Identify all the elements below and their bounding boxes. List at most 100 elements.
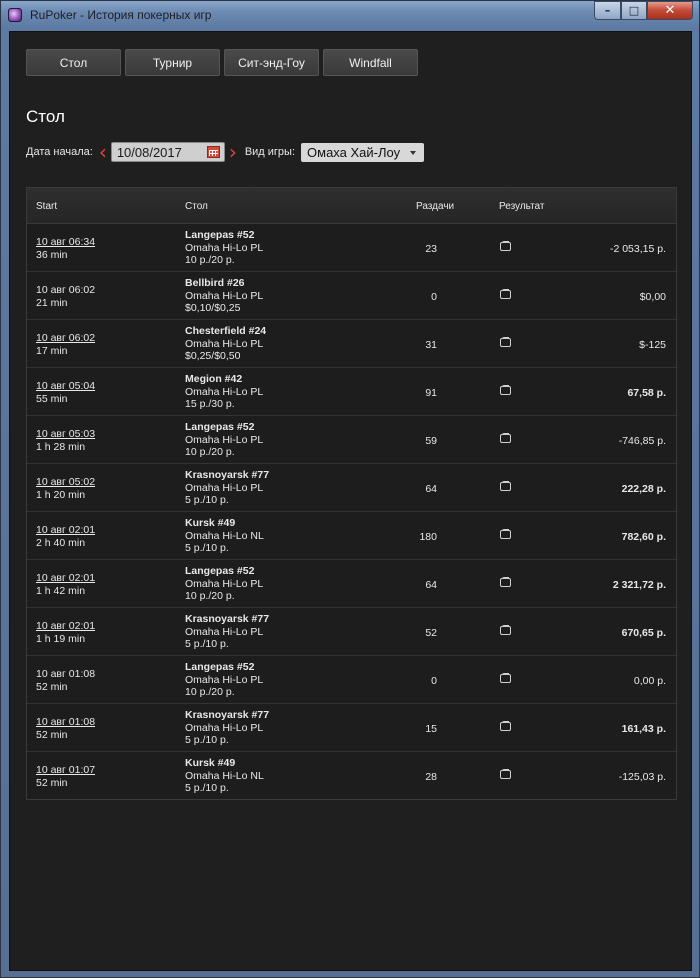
table-row[interactable]: 10 авг 01:08 52 min Langepas #52 Omaha H… [27,656,676,704]
start-time[interactable]: 10 авг 02:01 [36,572,95,585]
table-cell: Langepas #52 Omaha Hi-Lo PL 10 р./20 р. [185,229,263,267]
tab-windfall[interactable]: Windfall [323,49,418,76]
hand-history-icon[interactable] [500,337,511,347]
hand-history-icon[interactable] [500,673,511,683]
close-button[interactable]: ✕ [647,1,693,20]
stakes: 5 р./10 р. [185,542,229,554]
hand-history-icon[interactable] [500,481,511,491]
hand-history-icon[interactable] [500,241,511,251]
start-time[interactable]: 10 авг 02:01 [36,620,95,633]
result-amount: $0,00 [639,291,666,303]
table-row[interactable]: 10 авг 05:03 1 h 28 min Langepas #52 Oma… [27,416,676,464]
duration: 2 h 40 min [36,537,86,549]
table-row[interactable]: 10 авг 06:02 17 min Chesterfield #24 Oma… [27,320,676,368]
result-amount: 161,43 р. [621,723,666,735]
table-row[interactable]: 10 авг 02:01 1 h 19 min Krasnoyarsk #77 … [27,608,676,656]
table-row[interactable]: 10 авг 02:01 2 h 40 min Kursk #49 Omaha … [27,512,676,560]
stakes: $0,10/$0,25 [185,302,241,314]
table-row[interactable]: 10 авг 05:04 55 min Megion #42 Omaha Hi-… [27,368,676,416]
stakes: $0,25/$0,50 [185,350,241,362]
header-result[interactable]: Результат [499,201,544,212]
stakes: 5 р./10 р. [185,494,229,506]
table-name: Krasnoyarsk #77 [185,469,270,481]
hands-count: 0 [431,291,437,303]
start-time[interactable]: 10 авг 06:02 [36,332,95,345]
table-cell: Krasnoyarsk #77 Omaha Hi-Lo PL 5 р./10 р… [185,613,269,651]
tab-sit-and-go[interactable]: Сит-энд-Гоу [224,49,319,76]
start-date-value: 10/08/2017 [116,144,182,160]
stakes: 15 р./30 р. [185,398,235,410]
stakes: 10 р./20 р. [185,446,235,458]
table-name: Langepas #52 [185,661,255,673]
table-cell: Kursk #49 Omaha Hi-Lo NL 5 р./10 р. [185,757,264,795]
game-type: Omaha Hi-Lo PL [185,721,264,734]
start-date-field[interactable]: 10/08/2017 [110,142,225,162]
hand-history-icon[interactable] [500,625,511,635]
game-type: Omaha Hi-Lo PL [185,337,264,350]
table-name: Langepas #52 [185,229,255,241]
hand-history-icon[interactable] [500,289,511,299]
start-time[interactable]: 10 авг 02:01 [36,524,95,537]
duration: 36 min [36,249,68,261]
start-cell: 10 авг 02:01 1 h 42 min [36,572,95,598]
tab-tournament[interactable]: Турнир [125,49,220,76]
tab-table[interactable]: Стол [26,49,121,76]
table-cell: Langepas #52 Omaha Hi-Lo PL 10 р./20 р. [185,421,263,459]
minimize-button[interactable]: – [594,1,621,20]
table-row[interactable]: 10 авг 01:07 52 min Kursk #49 Omaha Hi-L… [27,752,676,800]
start-time[interactable]: 10 авг 01:08 [36,668,95,681]
header-hands[interactable]: Раздачи [416,201,454,212]
table-row[interactable]: 10 авг 06:02 21 min Bellbird #26 Omaha H… [27,272,676,320]
stakes: 5 р./10 р. [185,638,229,650]
result-amount: -125,03 р. [618,771,666,783]
hand-history-icon[interactable] [500,577,511,587]
hands-count: 23 [425,243,437,255]
hand-history-icon[interactable] [500,769,511,779]
duration: 55 min [36,393,68,405]
calendar-icon[interactable] [206,146,220,158]
game-type: Omaha Hi-Lo NL [185,529,264,542]
table-cell: Langepas #52 Omaha Hi-Lo PL 10 р./20 р. [185,565,263,603]
start-cell: 10 авг 01:08 52 min [36,668,95,694]
start-time[interactable]: 10 авг 05:04 [36,380,95,393]
hand-history-icon[interactable] [500,529,511,539]
duration: 52 min [36,681,68,693]
header-start[interactable]: Start [36,201,57,212]
hand-history-icon[interactable] [500,385,511,395]
start-cell: 10 авг 06:02 17 min [36,332,95,358]
start-time[interactable]: 10 авг 05:02 [36,476,95,489]
history-table: Start Стол Раздачи Результат 10 авг 06:3… [26,187,677,800]
prev-date-arrow-icon[interactable]: ‹ [99,142,107,162]
hands-count: 64 [425,483,437,495]
duration: 1 h 42 min [36,585,86,597]
table-row[interactable]: 10 авг 01:08 52 min Krasnoyarsk #77 Omah… [27,704,676,752]
next-date-arrow-icon[interactable]: › [229,142,237,162]
hands-count: 64 [425,579,437,591]
hand-history-icon[interactable] [500,433,511,443]
start-cell: 10 авг 05:02 1 h 20 min [36,476,95,502]
start-time[interactable]: 10 авг 06:02 [36,284,95,297]
game-type-select[interactable]: Омаха Хай-Лоу [301,142,425,162]
title-bar[interactable]: RuPoker - История покерных игр – □ ✕ [1,1,699,29]
start-time[interactable]: 10 авг 05:03 [36,428,95,441]
start-date-label: Дата начала: [26,146,93,158]
start-time[interactable]: 10 авг 06:34 [36,236,95,249]
table-row[interactable]: 10 авг 06:34 36 min Langepas #52 Omaha H… [27,224,676,272]
start-time[interactable]: 10 авг 01:07 [36,764,95,777]
result-amount: 0,00 р. [633,675,666,687]
result-amount: 670,65 р. [621,627,666,639]
maximize-button[interactable]: □ [621,1,647,20]
start-cell: 10 авг 01:07 52 min [36,764,95,790]
start-cell: 10 авг 06:34 36 min [36,236,95,262]
start-time[interactable]: 10 авг 01:08 [36,716,95,729]
game-type-value: Омаха Хай-Лоу [307,144,401,160]
header-table[interactable]: Стол [185,201,208,212]
table-row[interactable]: 10 авг 02:01 1 h 42 min Langepas #52 Oma… [27,560,676,608]
page-title: Стол [26,107,65,126]
table-row[interactable]: 10 авг 05:02 1 h 20 min Krasnoyarsk #77 … [27,464,676,512]
table-body: 10 авг 06:34 36 min Langepas #52 Omaha H… [27,224,676,800]
result-amount: 2 321,72 р. [612,579,666,591]
hand-history-icon[interactable] [500,721,511,731]
game-type: Omaha Hi-Lo PL [185,241,264,254]
content-area: Стол Турнир Сит-энд-Гоу Windfall Стол Да… [9,31,692,971]
